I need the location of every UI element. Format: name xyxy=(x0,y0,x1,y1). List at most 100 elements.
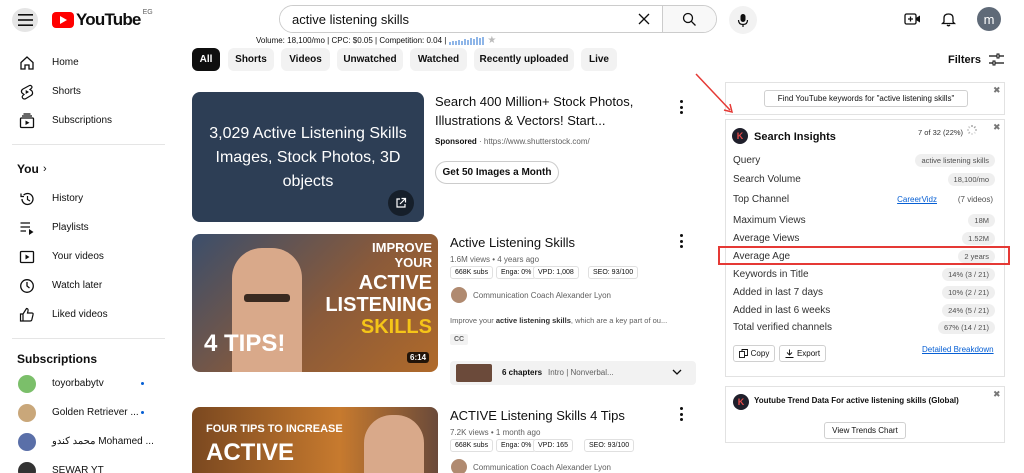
sidebar-subscription[interactable]: محمد كندو Mohamed ... xyxy=(0,427,170,456)
filters-label: Filters xyxy=(948,53,982,66)
ad-thumbnail[interactable]: 3,029 Active Listening Skills Images, St… xyxy=(192,92,424,222)
insights-count: 7 of 32 (22%) xyxy=(918,128,964,137)
sidebar-item-your-videos[interactable]: Your videos xyxy=(0,242,170,271)
more-options-icon[interactable] xyxy=(679,407,683,421)
more-options-icon[interactable] xyxy=(679,100,683,114)
close-icon[interactable]: ✖ xyxy=(993,389,1001,400)
channel-avatar[interactable] xyxy=(451,459,467,473)
chip-all[interactable]: All xyxy=(192,48,220,71)
sidebar-subscription[interactable]: SEWAR YT xyxy=(0,456,170,473)
sidebar-you-header[interactable]: You › xyxy=(0,154,170,183)
channel-name[interactable]: Communication Coach Alexander Lyon xyxy=(473,291,611,300)
account-avatar[interactable]: m xyxy=(977,7,1001,31)
playlists-icon xyxy=(18,219,36,237)
thumb-line: SKILLS xyxy=(360,316,432,338)
sidebar-item-label: Subscriptions xyxy=(52,115,113,126)
sidebar-subscription[interactable]: Golden Retriever ... xyxy=(0,398,170,427)
desc-highlight: active listening skills xyxy=(495,316,571,325)
close-icon[interactable]: ✖ xyxy=(993,122,1001,133)
presenter-figure xyxy=(364,415,424,473)
search-input[interactable] xyxy=(280,6,626,32)
ad-title[interactable]: Search 400 Million+ Stock Photos, Illust… xyxy=(435,92,645,130)
chapters-count: 6 chapters xyxy=(502,368,543,377)
keyword-stats: Volume: 18,100/mo | CPC: $0.05 | Competi… xyxy=(256,35,496,46)
sidebar-item-playlists[interactable]: Playlists xyxy=(0,213,170,242)
chip-recently-uploaded[interactable]: Recently uploaded xyxy=(474,48,574,71)
more-options-icon[interactable] xyxy=(679,234,683,248)
trend-bar xyxy=(482,36,485,45)
youtube-play-icon xyxy=(52,12,74,28)
channel-avatar[interactable] xyxy=(451,287,467,303)
thumb-line: YOUR xyxy=(394,255,432,270)
sidebar-item-watch-later[interactable]: Watch later xyxy=(0,271,170,300)
average-age-highlight xyxy=(718,246,1010,265)
detailed-breakdown-link[interactable]: Detailed Breakdown xyxy=(922,345,994,354)
insights-title: Search Insights xyxy=(754,131,836,143)
youtube-logo[interactable]: YouTube EG xyxy=(52,9,153,30)
insight-value: 18M xyxy=(968,213,995,227)
channel-avatar xyxy=(18,374,36,393)
voice-search-button[interactable] xyxy=(729,6,757,34)
thumbnail-text: IMPROVE YOUR ACTIVE LISTENING SKILLS xyxy=(312,240,432,338)
ad-sponsor-line: Sponsored · https://www.shutterstock.com… xyxy=(435,137,590,146)
insight-value: 14% (3 / 21) xyxy=(942,267,995,281)
logo-text: YouTube xyxy=(76,10,141,29)
filters-button[interactable]: Filters xyxy=(948,53,1005,66)
download-icon xyxy=(785,349,794,358)
clear-search-icon[interactable] xyxy=(626,6,662,32)
chapters-bar[interactable]: 6 chapters Intro | Nonverbal... xyxy=(450,361,696,385)
notifications-icon[interactable] xyxy=(938,9,958,29)
chip-videos[interactable]: Videos xyxy=(281,48,330,71)
sidebar-item-label: Your videos xyxy=(52,251,104,262)
sidebar-item-liked-videos[interactable]: Liked videos xyxy=(0,300,170,329)
view-trends-chart-button[interactable]: View Trends Chart xyxy=(824,422,906,439)
thumb-line: ACTIVE xyxy=(206,439,295,466)
chip-watched[interactable]: Watched xyxy=(410,48,467,71)
sidebar-item-shorts[interactable]: Shorts xyxy=(0,77,170,106)
create-icon[interactable] xyxy=(902,9,922,29)
sidebar-item-history[interactable]: History xyxy=(0,184,170,213)
insight-row-added-7-days: Added in last 7 days 10% (2 / 21) xyxy=(733,283,997,301)
trend-bar xyxy=(455,41,458,45)
loading-spinner-icon xyxy=(967,125,977,135)
insight-row-top-channel: Top Channel CareerVidz (7 videos) xyxy=(733,190,997,208)
export-button[interactable]: Export xyxy=(779,345,826,362)
chapters-desc: Intro | Nonverbal... xyxy=(548,368,614,377)
divider xyxy=(12,144,165,145)
close-icon[interactable]: ✖ xyxy=(993,85,1001,96)
sidebar-subscription[interactable]: toyorbabytv xyxy=(0,369,170,398)
desc-text: Improve your xyxy=(450,316,496,325)
sidebar-item-home[interactable]: Home xyxy=(0,48,170,77)
insight-key: Added in last 7 days xyxy=(733,286,824,298)
external-link-icon[interactable] xyxy=(388,190,414,216)
video-title[interactable]: Active Listening Skills xyxy=(450,233,670,252)
channel-name[interactable]: Communication Coach Alexander Lyon xyxy=(473,463,611,472)
search-button[interactable] xyxy=(662,6,716,32)
copy-button[interactable]: Copy xyxy=(733,345,775,362)
video-meta: 7.2K views • 1 month ago xyxy=(450,428,541,437)
keyword-trend-bars xyxy=(449,36,485,45)
presenter-glasses xyxy=(244,294,290,302)
sidebar-item-subscriptions[interactable]: Subscriptions xyxy=(0,106,170,135)
video-thumbnail[interactable]: FOUR TIPS TO INCREASE ACTIVE xyxy=(192,407,438,473)
find-keywords-button[interactable]: Find YouTube keywords for "active listen… xyxy=(764,90,968,107)
chip-shorts[interactable]: Shorts xyxy=(228,48,274,71)
top-channel-link[interactable]: CareerVidz xyxy=(897,195,937,204)
star-icon[interactable]: ★ xyxy=(487,35,496,46)
divider xyxy=(12,338,165,339)
insight-value: 24% (5 / 21) xyxy=(942,303,995,317)
chevron-down-icon xyxy=(672,369,682,375)
chip-live[interactable]: Live xyxy=(581,48,617,71)
menu-icon[interactable] xyxy=(12,8,38,32)
sponsored-label: Sponsored xyxy=(435,137,477,146)
insight-key: Average Views xyxy=(733,232,800,244)
insight-row-query: Query active listening skills xyxy=(733,151,997,169)
sidebar-item-label: Playlists xyxy=(52,222,89,233)
chip-unwatched[interactable]: Unwatched xyxy=(337,48,403,71)
video-title[interactable]: ACTIVE Listening Skills 4 Tips xyxy=(450,406,670,425)
ad-cta-button[interactable]: Get 50 Images a Month xyxy=(435,161,559,184)
stat-tag: Enga: 0% xyxy=(496,266,537,279)
video-thumbnail[interactable]: IMPROVE YOUR ACTIVE LISTENING SKILLS 4 T… xyxy=(192,234,438,372)
insight-value: 18,100/mo xyxy=(947,172,995,186)
trend-bar xyxy=(479,37,482,45)
